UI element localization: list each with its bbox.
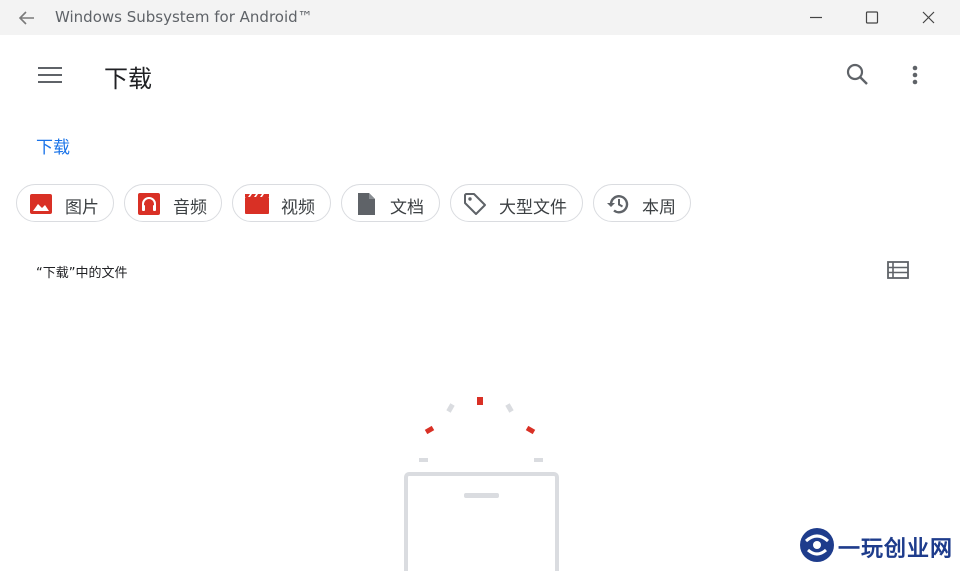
hamburger-menu-icon xyxy=(38,67,62,83)
chip-label: 本周 xyxy=(642,198,676,218)
chip-label: 大型文件 xyxy=(499,198,567,218)
menu-button[interactable] xyxy=(34,61,66,89)
breadcrumb-root[interactable]: 下载 xyxy=(36,133,70,158)
chip-videos[interactable]: 视频 xyxy=(232,184,331,222)
tag-icon xyxy=(464,193,486,215)
maximize-button[interactable] xyxy=(844,0,900,35)
close-button[interactable] xyxy=(900,0,956,35)
list-view-toggle[interactable] xyxy=(884,258,912,282)
watermark: 一玩创业网 xyxy=(798,524,960,566)
more-options-button[interactable] xyxy=(900,59,930,91)
document-icon xyxy=(358,193,375,215)
minimize-icon xyxy=(810,16,822,19)
page-title: 下载 xyxy=(104,65,152,93)
chip-label: 音频 xyxy=(173,198,207,218)
window-title: Windows Subsystem for Android™ xyxy=(55,8,313,26)
chip-large-files[interactable]: 大型文件 xyxy=(450,184,583,222)
minimize-button[interactable] xyxy=(788,0,844,35)
chip-audio[interactable]: 音频 xyxy=(124,184,222,222)
search-button[interactable] xyxy=(842,59,874,91)
app-bar: 下载 xyxy=(0,35,960,115)
search-icon xyxy=(846,63,868,85)
close-icon xyxy=(922,11,935,24)
chip-label: 视频 xyxy=(281,198,315,218)
chip-label: 文档 xyxy=(390,198,424,218)
headphones-icon xyxy=(138,193,160,215)
section-heading: “下载”中的文件 xyxy=(36,266,128,281)
back-button[interactable] xyxy=(14,6,42,30)
list-view-icon xyxy=(887,261,909,279)
window-titlebar: Windows Subsystem for Android™ xyxy=(0,0,960,35)
empty-state-illustration xyxy=(395,390,575,571)
empty-phone-icon xyxy=(404,397,559,571)
watermark-text: 一玩创业网 xyxy=(838,536,954,562)
maximize-icon xyxy=(865,11,879,24)
chip-documents[interactable]: 文档 xyxy=(341,184,440,222)
chip-images[interactable]: 图片 xyxy=(16,184,114,222)
history-icon xyxy=(607,195,629,214)
chip-this-week[interactable]: 本周 xyxy=(593,184,691,222)
chip-label: 图片 xyxy=(65,198,99,218)
more-vert-icon xyxy=(912,65,918,85)
image-icon xyxy=(30,194,52,214)
movie-icon xyxy=(245,194,269,214)
watermark-logo-icon xyxy=(800,528,834,562)
back-arrow-icon xyxy=(18,11,34,25)
